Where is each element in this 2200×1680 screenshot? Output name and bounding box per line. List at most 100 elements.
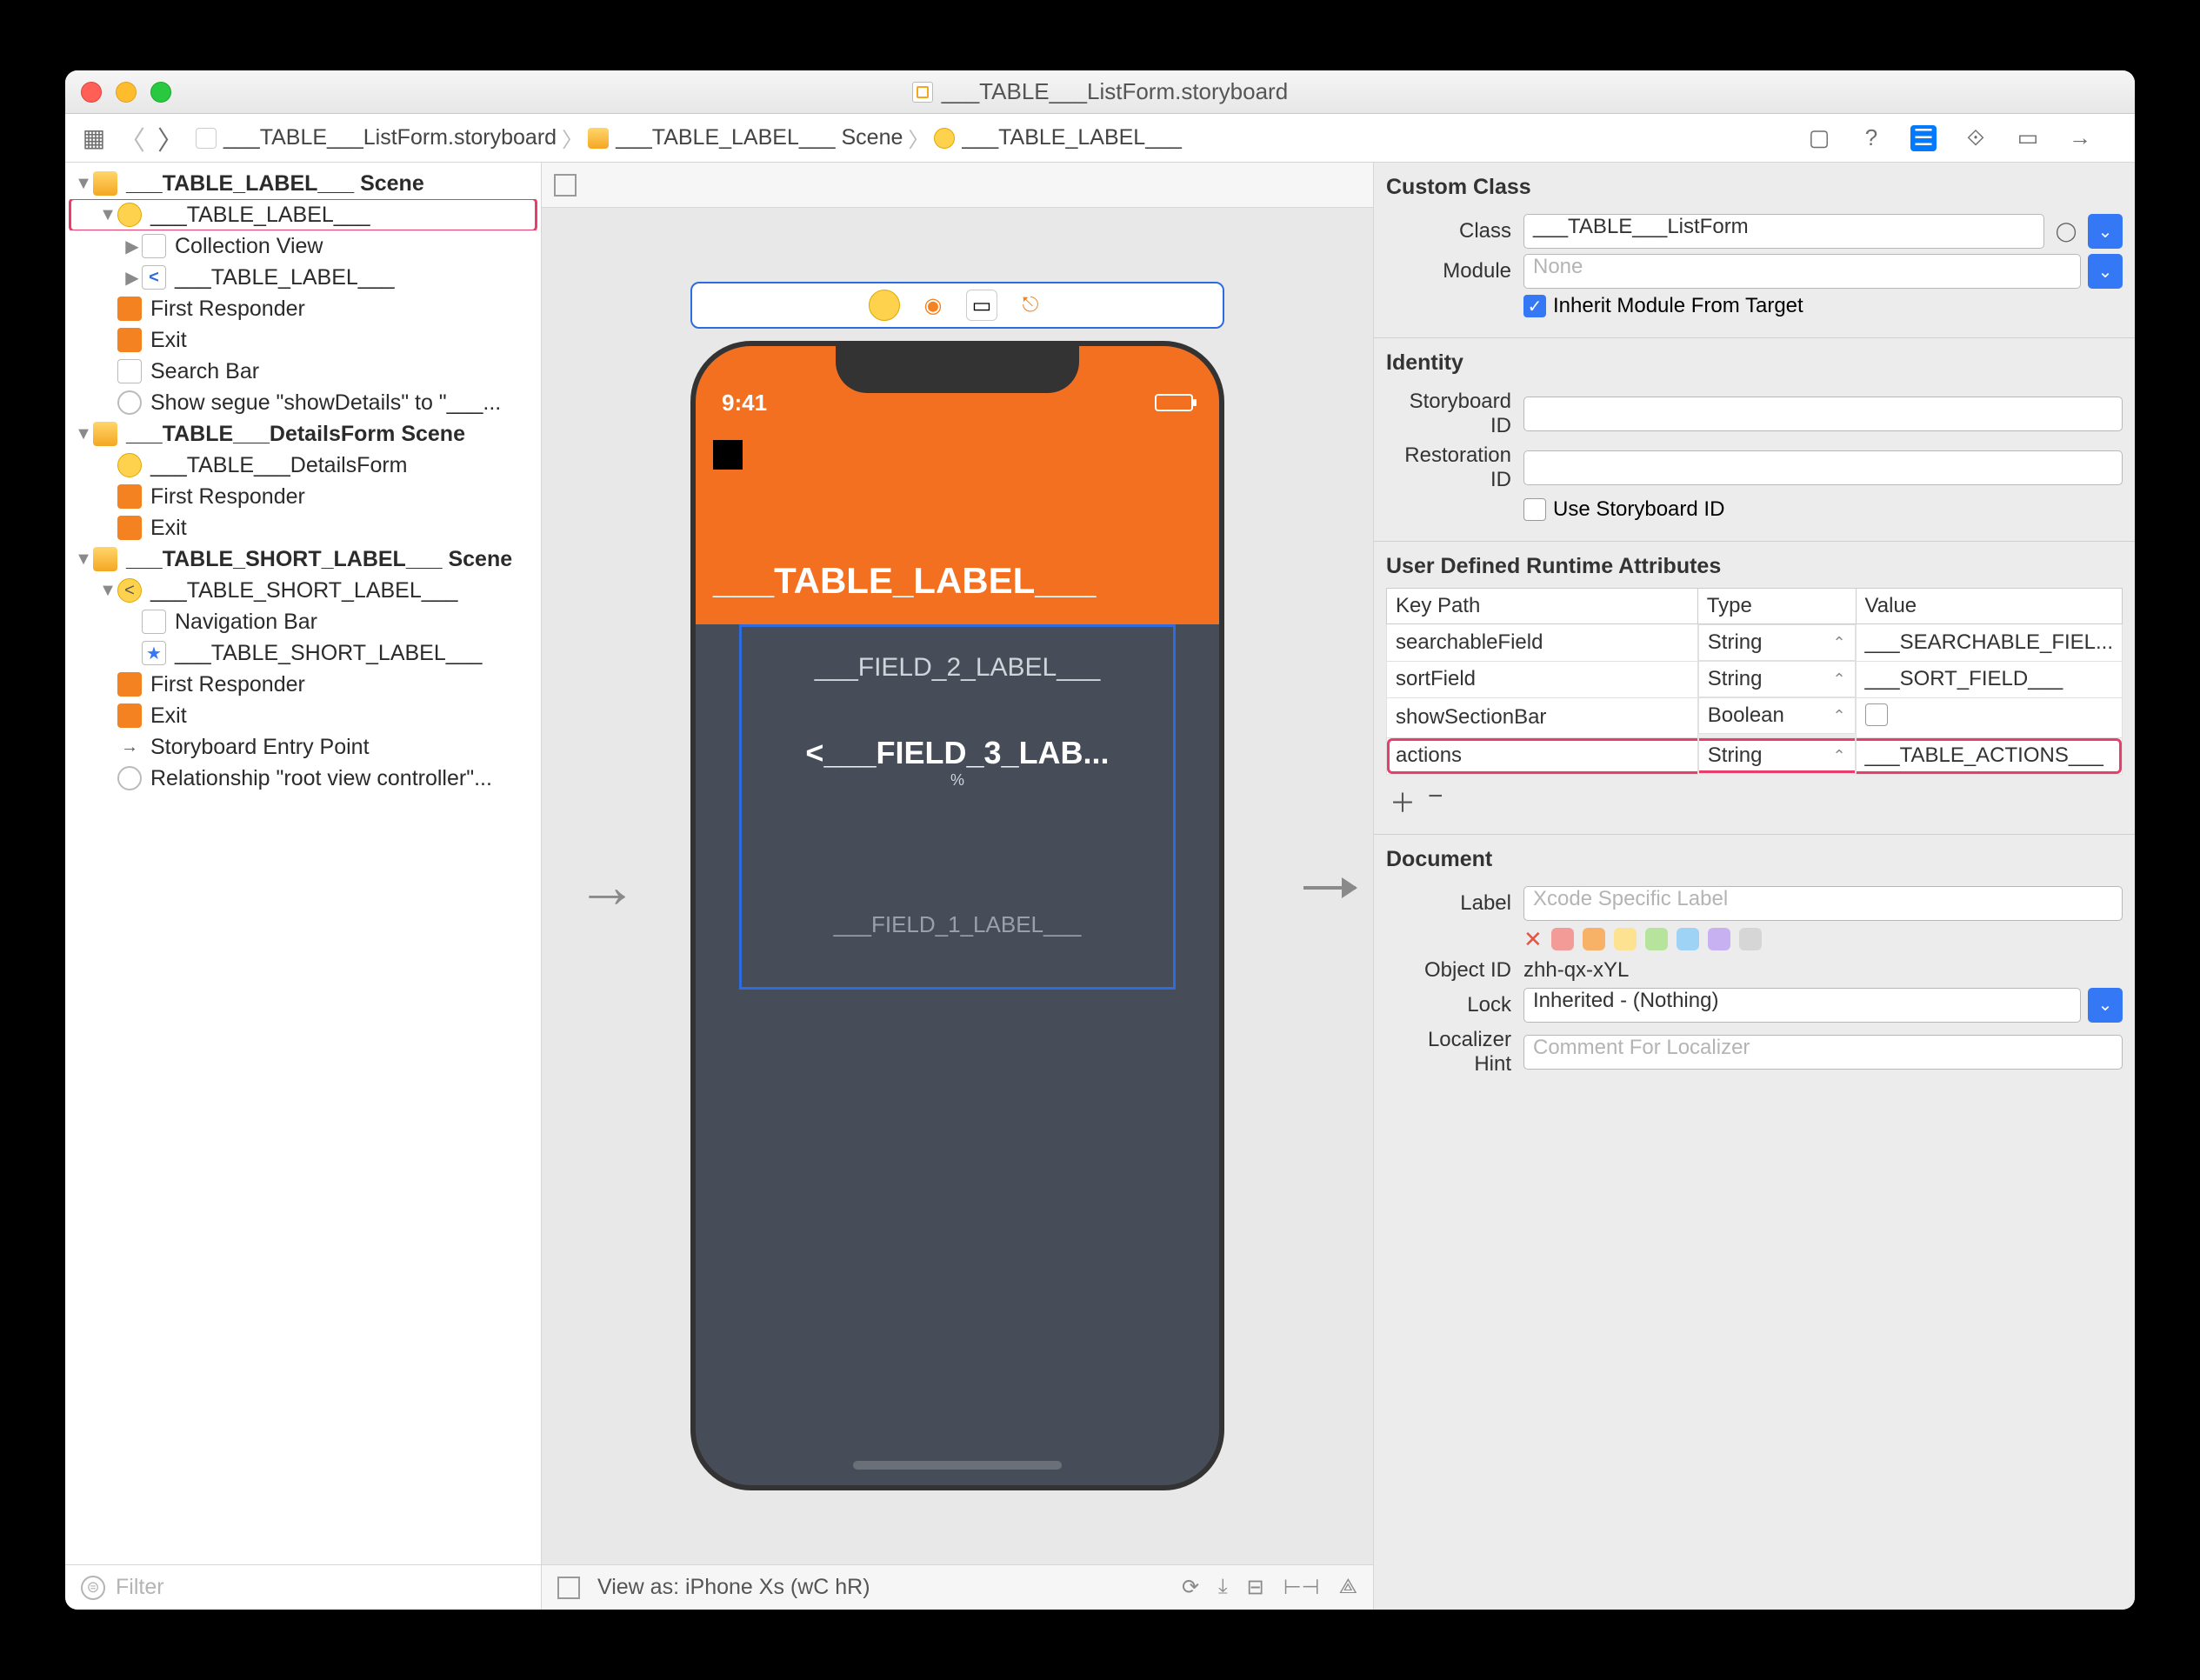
device-frame[interactable]: 9:41 ___TABLE_LABEL___ ___FIELD_2_LABEL_… <box>690 341 1224 1490</box>
outline-row[interactable]: Relationship "root view controller"... <box>65 763 541 794</box>
outline-row[interactable]: ▼___TABLE_LABEL___ <box>65 199 541 230</box>
runtime-value[interactable]: ___TABLE_ACTIONS___ <box>1856 737 2122 774</box>
storyboard-id-field[interactable] <box>1523 397 2123 431</box>
outline-row[interactable]: ▶<___TABLE_LABEL___ <box>65 262 541 293</box>
prototype-cell[interactable]: ___FIELD_2_LABEL___ <___FIELD_3_LAB... %… <box>739 624 1176 990</box>
runtime-bool-checkbox[interactable] <box>1865 703 1888 726</box>
outline-row[interactable]: First Responder <box>65 293 541 324</box>
runtime-row[interactable]: sortFieldString⌃___SORT_FIELD___ <box>1387 661 2123 697</box>
resolve-icon[interactable]: ⟁ <box>1339 1575 1357 1600</box>
label-color-swatch[interactable] <box>1551 928 1574 950</box>
size-inspector-icon[interactable]: ▭ <box>2015 125 2041 151</box>
filter-placeholder[interactable]: Filter <box>116 1575 525 1600</box>
outline-row[interactable]: Show segue "showDetails" to "___... <box>65 387 541 418</box>
disclosure-icon[interactable]: ▼ <box>74 550 93 570</box>
lock-select[interactable]: Inherited - (Nothing) <box>1523 988 2081 1023</box>
inherit-module-checkbox[interactable]: ✓ <box>1523 295 1546 317</box>
runtime-row[interactable]: showSectionBarBoolean⌃ <box>1387 697 2123 737</box>
runtime-value[interactable]: ___SEARCHABLE_FIEL... <box>1856 624 2122 662</box>
runtime-type[interactable]: Boolean⌃ <box>1698 697 1856 734</box>
disclosure-icon[interactable]: ▼ <box>98 581 117 601</box>
outline-row[interactable]: Navigation Bar <box>65 606 541 637</box>
outline-row[interactable]: Search Bar <box>65 356 541 387</box>
runtime-keypath[interactable]: sortField <box>1387 661 1698 697</box>
outline-row[interactable]: First Responder <box>65 669 541 700</box>
label-field[interactable]: Xcode Specific Label <box>1523 886 2123 921</box>
breadcrumb-item[interactable]: ___TABLE_LABEL___ Scene <box>588 125 903 150</box>
canvas-body[interactable]: → ◉ ▭ ⎋ 9:41 <box>542 208 1373 1564</box>
runtime-remove-button[interactable]: − <box>1428 782 1443 820</box>
outline-row[interactable]: Exit <box>65 700 541 731</box>
pin-icon[interactable]: ⊢⊣ <box>1283 1575 1320 1600</box>
label-color-swatch[interactable] <box>1614 928 1637 950</box>
restoration-id-field[interactable] <box>1523 450 2123 485</box>
outline-row[interactable]: ▼___TABLE_LABEL___ Scene <box>65 168 541 199</box>
view-as-label[interactable]: View as: iPhone Xs (wC hR) <box>597 1575 870 1600</box>
col-value[interactable]: Value <box>1856 589 2122 624</box>
scene-dock[interactable]: ◉ ▭ ⎋ <box>690 282 1224 329</box>
runtime-row[interactable]: actionsString⌃___TABLE_ACTIONS___ <box>1387 737 2123 774</box>
label-color-swatch[interactable] <box>1739 928 1762 950</box>
file-inspector-icon[interactable]: ▢ <box>1806 125 1832 151</box>
first-responder-icon[interactable]: ◉ <box>917 290 949 321</box>
attributes-inspector-icon[interactable]: ⟐ <box>1963 125 1989 151</box>
outline-row[interactable]: Exit <box>65 512 541 543</box>
exit-dock-icon[interactable]: ⎋ <box>1015 290 1046 321</box>
viewcontroller-icon[interactable] <box>869 290 900 321</box>
col-type[interactable]: Type <box>1697 589 1856 624</box>
outline-row[interactable]: ___TABLE___DetailsForm <box>65 450 541 481</box>
identity-inspector-icon[interactable]: ☰ <box>1910 125 1937 151</box>
label-color-swatch[interactable] <box>1583 928 1605 950</box>
runtime-type[interactable]: String⌃ <box>1698 661 1856 697</box>
module-dropdown-icon[interactable]: ⌄ <box>2088 254 2123 289</box>
embed-icon[interactable]: ⤓ <box>1218 1575 1228 1600</box>
outline-row[interactable]: ▼___TABLE_SHORT_LABEL___ Scene <box>65 543 541 575</box>
breadcrumb-item[interactable]: ___TABLE___ListForm.storyboard <box>196 125 557 150</box>
lock-dropdown-icon[interactable]: ⌄ <box>2088 988 2123 1023</box>
label-color-swatch[interactable] <box>1677 928 1699 950</box>
outline-row[interactable]: First Responder <box>65 481 541 512</box>
label-color-swatch[interactable] <box>1708 928 1730 950</box>
update-frames-icon[interactable]: ⟳ <box>1182 1575 1199 1600</box>
outline-row[interactable]: ★___TABLE_SHORT_LABEL___ <box>65 637 541 669</box>
runtime-keypath[interactable]: actions <box>1387 737 1698 774</box>
outline-row[interactable]: →Storyboard Entry Point <box>65 731 541 763</box>
nav-back-button[interactable]: 〈 <box>119 125 145 151</box>
runtime-value[interactable]: ___SORT_FIELD___ <box>1856 661 2122 697</box>
runtime-add-button[interactable]: ＋ <box>1390 782 1416 820</box>
class-field[interactable]: ___TABLE___ListForm <box>1523 214 2044 249</box>
disclosure-icon[interactable]: ▼ <box>74 424 93 444</box>
disclosure-icon[interactable]: ▶ <box>123 267 142 289</box>
related-items-icon[interactable]: ▦ <box>81 125 107 151</box>
outline-toggle-icon[interactable] <box>554 174 577 197</box>
nav-forward-button[interactable]: 〉 <box>157 125 183 151</box>
outline-row[interactable]: ▼<___TABLE_SHORT_LABEL___ <box>65 575 541 606</box>
localizer-field[interactable]: Comment For Localizer <box>1523 1035 2123 1070</box>
outline-row[interactable]: Exit <box>65 324 541 356</box>
class-dropdown-icon[interactable]: ⌄ <box>2088 214 2123 249</box>
runtime-row[interactable]: searchableFieldString⌃___SEARCHABLE_FIEL… <box>1387 624 2123 662</box>
label-color-none-icon[interactable]: ✕ <box>1523 926 1543 953</box>
outline-row[interactable]: ▼___TABLE___DetailsForm Scene <box>65 418 541 450</box>
disclosure-icon[interactable]: ▼ <box>74 174 93 194</box>
disclosure-icon[interactable]: ▼ <box>98 205 117 225</box>
search-bar-dock-icon[interactable]: ▭ <box>966 290 997 321</box>
help-inspector-icon[interactable]: ? <box>1858 125 1884 151</box>
runtime-keypath[interactable]: showSectionBar <box>1387 697 1698 737</box>
disclosure-icon[interactable]: ▶ <box>123 236 142 257</box>
runtime-keypath[interactable]: searchableField <box>1387 624 1698 662</box>
breadcrumb-item[interactable]: ___TABLE_LABEL___ <box>934 125 1182 150</box>
align-icon[interactable]: ⊟ <box>1247 1575 1264 1600</box>
connections-inspector-icon[interactable]: → <box>2067 125 2093 151</box>
runtime-type[interactable]: String⌃ <box>1698 624 1856 661</box>
runtime-type[interactable]: String⌃ <box>1698 737 1856 774</box>
outline-row[interactable]: ▶Collection View <box>65 230 541 262</box>
use-storyboard-id-checkbox[interactable] <box>1523 498 1546 521</box>
label-color-swatch[interactable] <box>1645 928 1668 950</box>
runtime-value[interactable] <box>1856 697 2122 737</box>
col-keypath[interactable]: Key Path <box>1387 589 1698 624</box>
layout-toggle-icon[interactable] <box>557 1577 580 1599</box>
outline-tree[interactable]: ▼___TABLE_LABEL___ Scene▼___TABLE_LABEL_… <box>65 163 541 1564</box>
class-clear-icon[interactable]: ◯ <box>2051 214 2081 249</box>
runtime-table[interactable]: Key Path Type Value searchableFieldStrin… <box>1386 588 2123 775</box>
